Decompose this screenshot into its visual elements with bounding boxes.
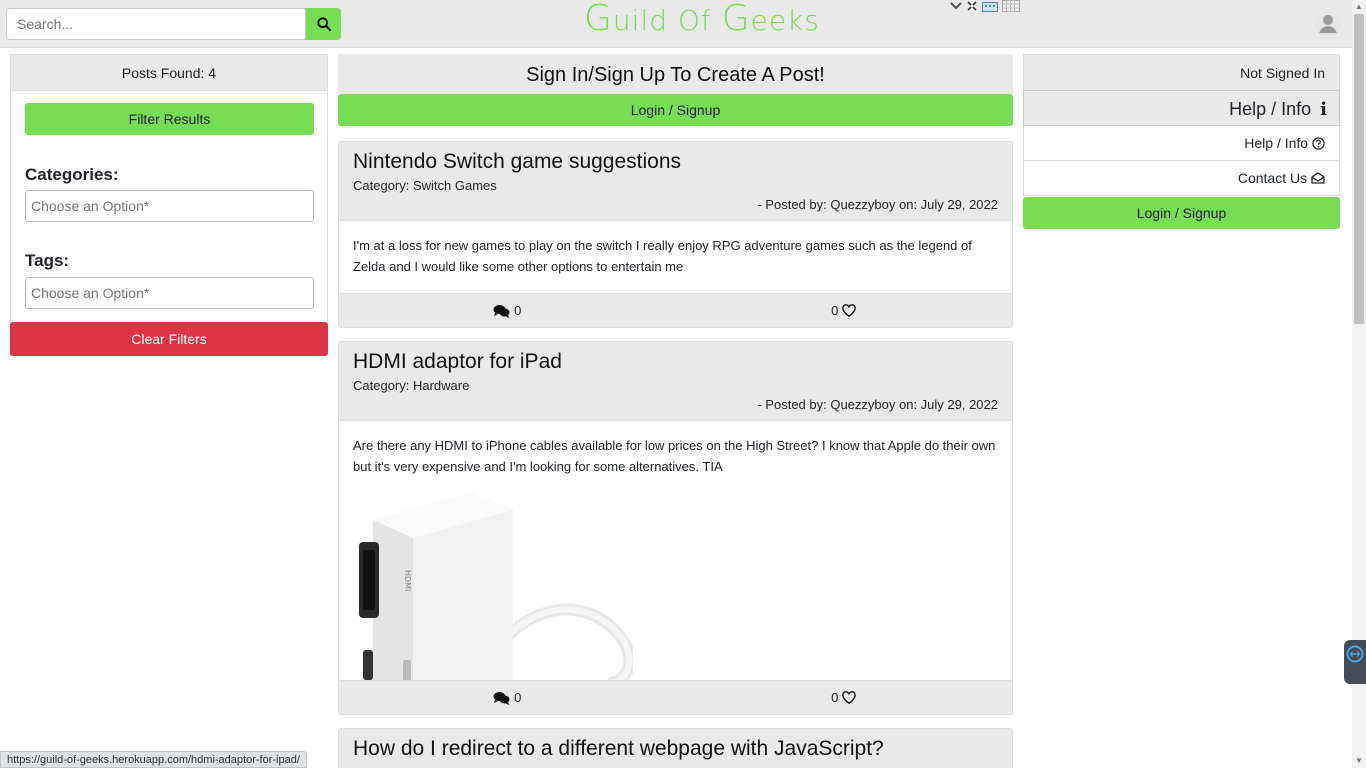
- post-category: Category: Switch Games: [353, 178, 497, 193]
- scroll-up-arrow-icon[interactable]: ▲: [1352, 0, 1366, 14]
- filter-panel: Posts Found: 4 Filter Results Categories…: [10, 54, 328, 356]
- search-input[interactable]: [6, 8, 306, 40]
- heart-icon[interactable]: [842, 304, 857, 317]
- search-button[interactable]: [306, 8, 341, 40]
- chevron-down-icon[interactable]: [950, 1, 962, 11]
- account-panel: Not Signed In Help / Info i Help / Info …: [1023, 54, 1340, 229]
- comments-count[interactable]: 0: [339, 294, 676, 327]
- post-footer: 0 0: [339, 680, 1012, 714]
- post-title[interactable]: Nintendo Switch game suggestions: [353, 150, 998, 174]
- categories-label: Categories:: [25, 165, 119, 184]
- post-header: HDMI adaptor for iPad Category: Hardware…: [339, 342, 1012, 421]
- post-card[interactable]: Nintendo Switch game suggestions Categor…: [338, 141, 1013, 328]
- status-bar-url: https://guild-of-geeks.herokuapp.com/hdm…: [0, 751, 307, 768]
- likes-count[interactable]: 0: [676, 294, 1013, 327]
- image-hdmi-label: HDMI: [403, 570, 412, 591]
- swap-icon: [1346, 645, 1364, 663]
- scroll-thumb[interactable]: [1354, 14, 1364, 324]
- contact-us-link[interactable]: Contact Us: [1023, 161, 1340, 196]
- post-card[interactable]: How do I redirect to a different webpage…: [338, 728, 1013, 768]
- info-icon: i: [1320, 99, 1327, 120]
- post-card[interactable]: HDMI adaptor for iPad Category: Hardware…: [338, 341, 1013, 715]
- post-body: I'm at a loss for new games to play on t…: [353, 238, 972, 274]
- post-footer: 0 0: [339, 293, 1012, 327]
- scroll-down-arrow-icon[interactable]: ▼: [1352, 754, 1366, 768]
- side-widget-tab[interactable]: [1344, 640, 1366, 684]
- post-body: Are there any HDMI to iPhone cables avai…: [353, 438, 996, 474]
- help-heading: Help / Info i: [1023, 90, 1340, 126]
- posts-found-count: Posts Found: 4: [11, 55, 327, 91]
- envelope-icon: [1311, 172, 1325, 184]
- signin-status: Not Signed In: [1023, 54, 1340, 90]
- search-icon: [316, 17, 331, 31]
- post-meta: - Posted by: Quezzyboy on: July 29, 2022: [757, 397, 998, 412]
- signin-heading: Sign In/Sign Up To Create A Post!: [338, 54, 1013, 94]
- heart-icon[interactable]: [842, 691, 857, 704]
- tags-label: Tags:: [25, 251, 70, 270]
- collapse-icon[interactable]: [966, 0, 978, 12]
- center-login-button[interactable]: Login / Signup: [338, 94, 1013, 126]
- extension-icons: [950, 0, 1020, 12]
- post-title[interactable]: How do I redirect to a different webpage…: [353, 737, 998, 761]
- post-header: Nintendo Switch game suggestions Categor…: [339, 142, 1012, 221]
- user-avatar-icon[interactable]: [1315, 10, 1341, 36]
- filter-results-button[interactable]: Filter Results: [25, 103, 314, 135]
- comments-count[interactable]: 0: [339, 681, 676, 714]
- grid-icon[interactable]: [1002, 0, 1020, 12]
- post-header: How do I redirect to a different webpage…: [339, 729, 1012, 768]
- post-title[interactable]: HDMI adaptor for iPad: [353, 350, 998, 374]
- question-circle-icon: [1312, 137, 1325, 150]
- post-meta: - Posted by: Quezzyboy on: July 29, 2022: [757, 197, 998, 212]
- post-image: HDMI: [353, 490, 633, 682]
- post-category: Category: Hardware: [353, 378, 470, 393]
- help-info-link[interactable]: Help / Info: [1023, 126, 1340, 161]
- categories-select[interactable]: Choose an Option*: [25, 190, 314, 222]
- top-navbar: Guild Of Geeks: [0, 0, 1352, 48]
- right-login-button[interactable]: Login / Signup: [1023, 197, 1340, 229]
- keyboard-icon[interactable]: [982, 0, 998, 12]
- clear-filters-button[interactable]: Clear Filters: [10, 322, 328, 356]
- tags-select[interactable]: Choose an Option*: [25, 277, 314, 309]
- comments-icon: [493, 304, 510, 318]
- comments-icon: [493, 691, 510, 705]
- site-logo[interactable]: Guild Of Geeks: [584, 1, 820, 38]
- create-post-banner: Sign In/Sign Up To Create A Post! Login …: [338, 54, 1013, 126]
- likes-count[interactable]: 0: [676, 681, 1013, 714]
